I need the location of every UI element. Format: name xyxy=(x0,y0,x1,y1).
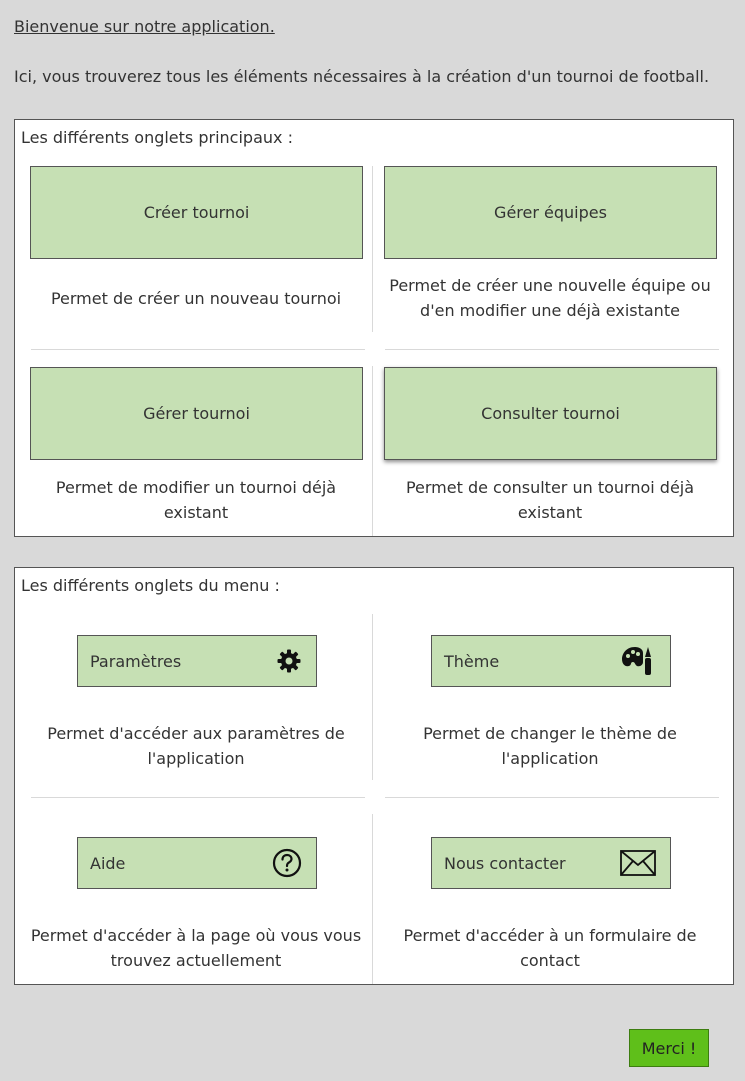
create-tournament-desc: Permet de créer un nouveau tournoi xyxy=(50,289,342,308)
contact-button[interactable]: Nous contacter xyxy=(431,837,671,889)
manage-tournament-label: Gérer tournoi xyxy=(143,404,250,423)
view-tournament-label: Consulter tournoi xyxy=(481,404,620,423)
menu-tabs-panel: Les différents onglets du menu : Paramèt… xyxy=(14,567,734,985)
divider-horizontal xyxy=(31,797,365,798)
create-tournament-button[interactable]: Créer tournoi xyxy=(30,166,363,259)
help-icon xyxy=(272,848,302,878)
help-button[interactable]: Aide xyxy=(77,837,317,889)
manage-tournament-button[interactable]: Gérer tournoi xyxy=(30,367,363,460)
settings-desc: Permet d'accéder aux paramètres de l'app… xyxy=(47,724,345,768)
manage-tournament-desc: Permet de modifier un tournoi déjà exist… xyxy=(55,478,337,522)
theme-label: Thème xyxy=(444,651,500,671)
create-tournament-label: Créer tournoi xyxy=(143,203,250,222)
divider-horizontal xyxy=(385,349,719,350)
divider-horizontal xyxy=(385,797,719,798)
divider-horizontal xyxy=(31,349,365,350)
menu-tabs-title: Les différents onglets du menu : xyxy=(21,576,280,595)
palette-icon xyxy=(622,645,656,677)
main-tabs-panel: Les différents onglets principaux : Crée… xyxy=(14,119,734,537)
merci-button[interactable]: Merci ! xyxy=(629,1029,709,1067)
theme-button[interactable]: Thème xyxy=(431,635,671,687)
view-tournament-desc: Permet de consulter un tournoi déjà exis… xyxy=(405,478,695,522)
intro-text: Ici, vous trouverez tous les éléments né… xyxy=(14,67,710,86)
divider-vertical xyxy=(372,814,373,984)
divider-vertical xyxy=(372,166,373,332)
manage-teams-label: Gérer équipes xyxy=(494,203,607,222)
welcome-heading: Bienvenue sur notre application. xyxy=(14,17,275,36)
mail-icon xyxy=(620,850,656,876)
contact-label: Nous contacter xyxy=(444,853,566,873)
manage-teams-desc: Permet de créer une nouvelle équipe ou d… xyxy=(389,276,711,320)
help-label: Aide xyxy=(90,853,126,873)
divider-vertical xyxy=(372,614,373,780)
manage-teams-button[interactable]: Gérer équipes xyxy=(384,166,717,259)
settings-button[interactable]: Paramètres xyxy=(77,635,317,687)
settings-label: Paramètres xyxy=(90,651,182,671)
gear-icon xyxy=(276,648,302,674)
help-desc: Permet d'accéder à la page où vous vous … xyxy=(30,926,362,970)
merci-label: Merci ! xyxy=(641,1038,697,1058)
view-tournament-button[interactable]: Consulter tournoi xyxy=(384,367,717,460)
main-tabs-title: Les différents onglets principaux : xyxy=(21,128,293,147)
contact-desc: Permet d'accéder à un formulaire de cont… xyxy=(403,926,697,970)
divider-vertical xyxy=(372,366,373,536)
theme-desc: Permet de changer le thème de l'applicat… xyxy=(423,724,677,768)
